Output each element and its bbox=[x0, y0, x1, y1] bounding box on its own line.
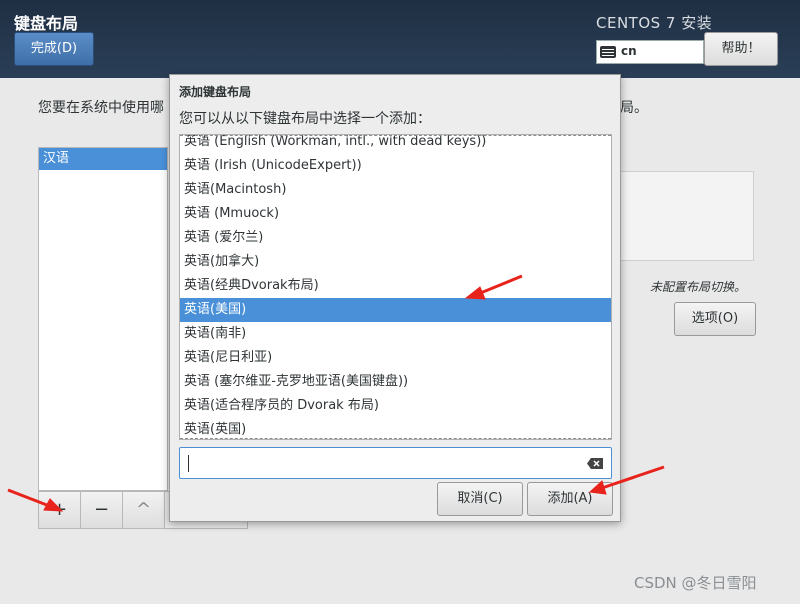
arrow-add-layout-line bbox=[7, 488, 53, 509]
arrow-add-button-line bbox=[601, 465, 665, 490]
watermark: CSDN @冬日雪阳 bbox=[634, 574, 757, 592]
arrow-selected-item-head bbox=[464, 286, 486, 300]
arrow-add-button-head bbox=[588, 480, 607, 495]
arrow-add-layout-head bbox=[43, 498, 64, 512]
annotation-arrows bbox=[7, 274, 665, 512]
arrow-selected-item-line bbox=[477, 274, 523, 296]
